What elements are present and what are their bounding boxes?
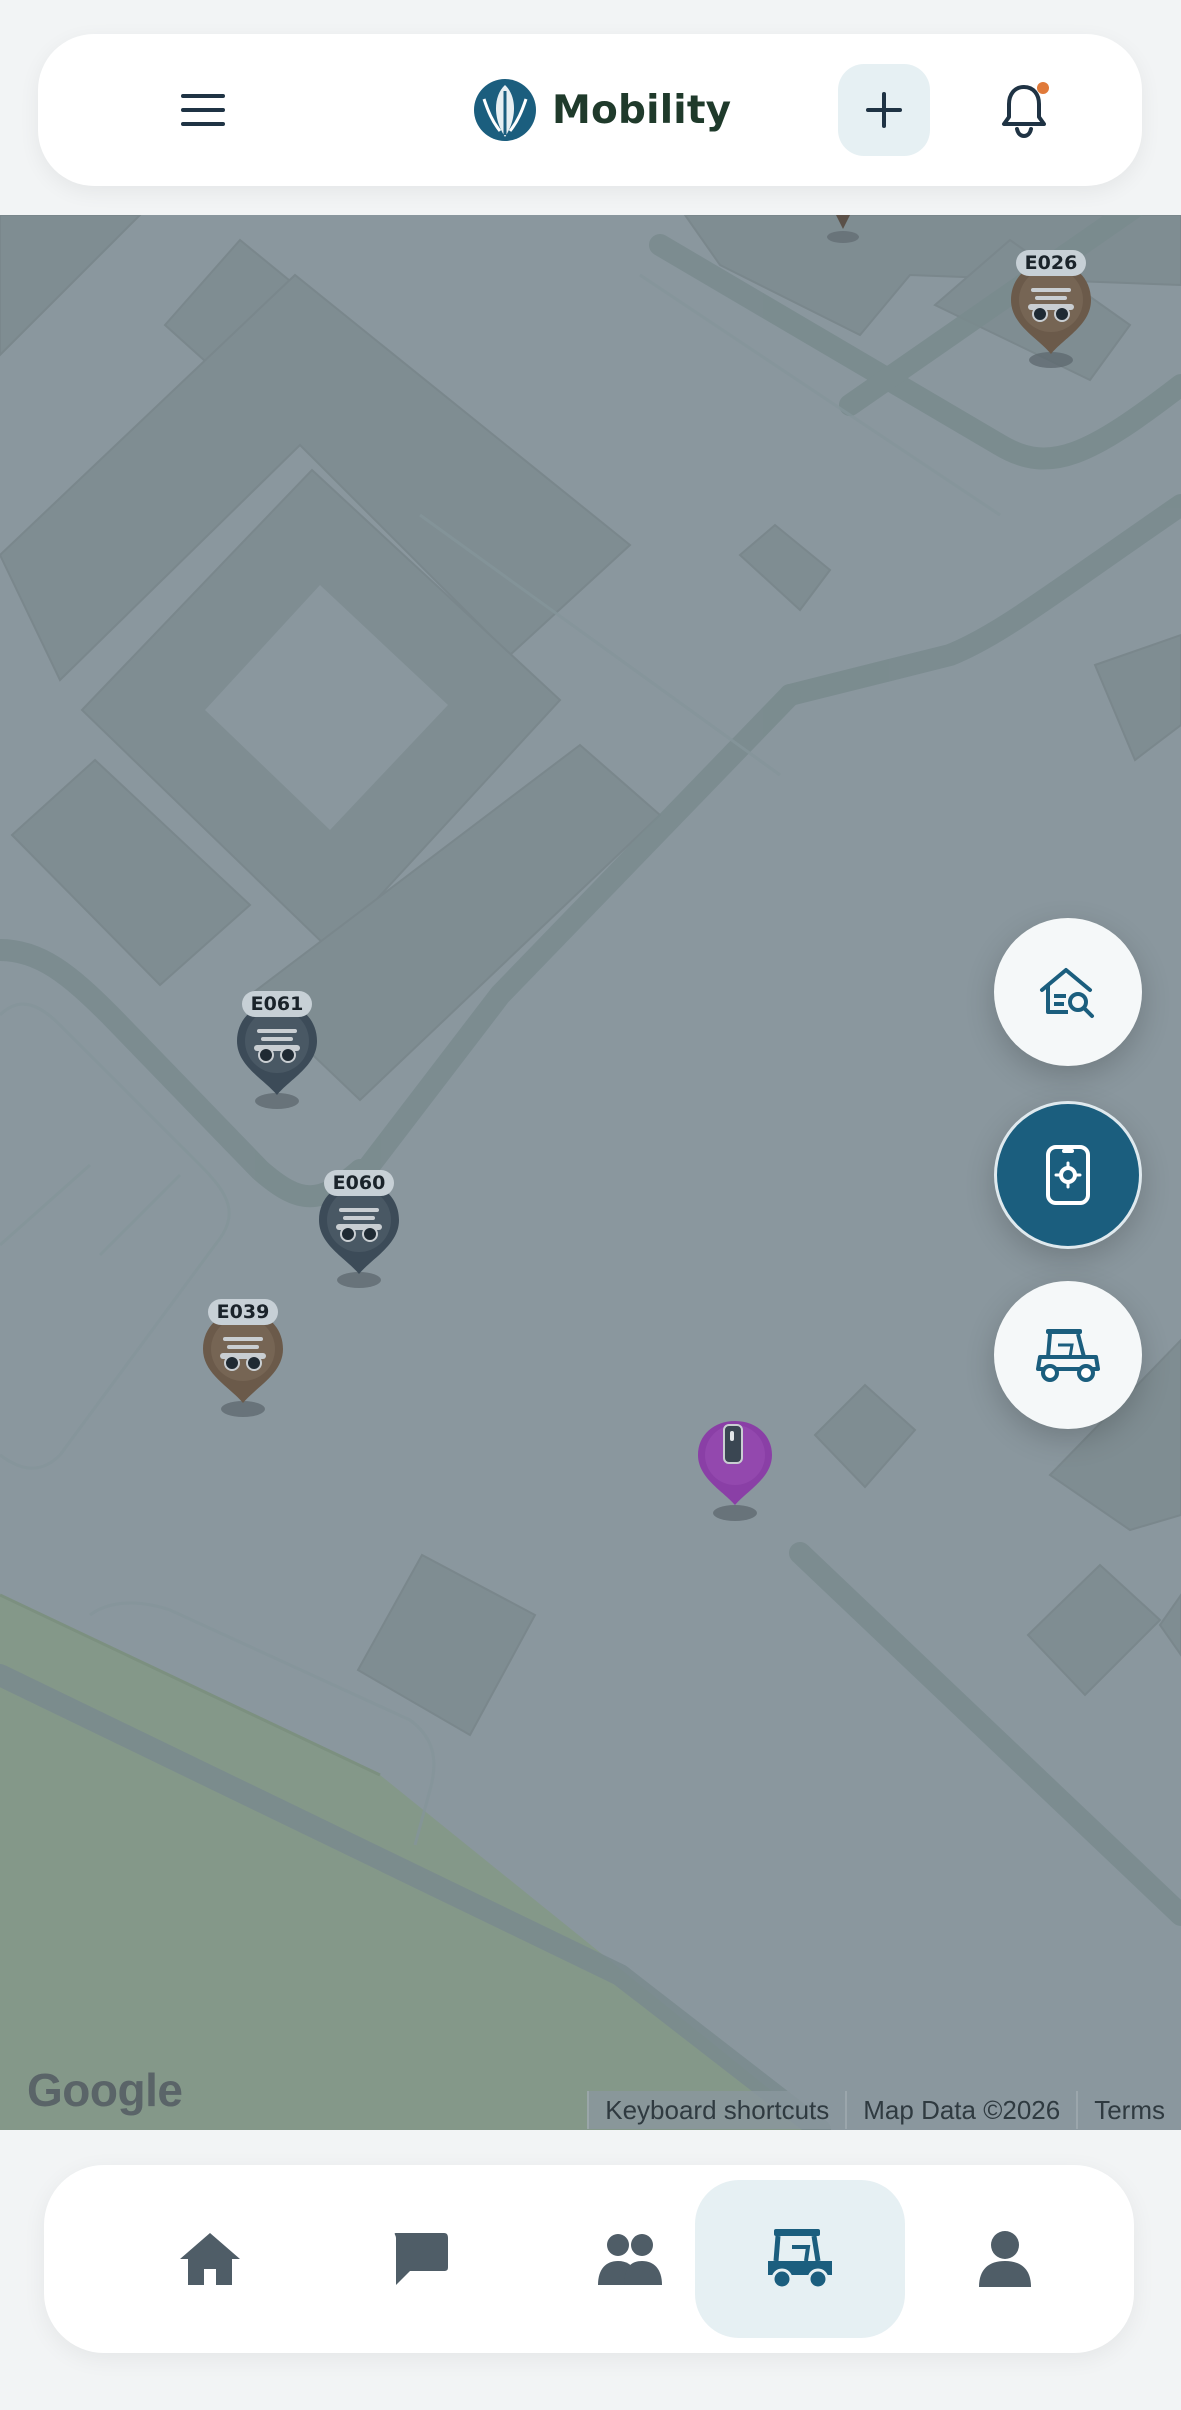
vehicle-marker-partial[interactable]: [815, 215, 871, 251]
menu-button[interactable]: [158, 78, 248, 142]
locate-device-fab[interactable]: [994, 1101, 1142, 1249]
nav-item-chat[interactable]: [315, 2180, 525, 2338]
vehicle-marker-e026[interactable]: E026: [1006, 250, 1096, 370]
map-attribution: Keyboard shortcuts Map Data ©2026 Terms: [587, 2091, 1181, 2129]
marker-label: E039: [208, 1299, 278, 1325]
golf-cart-fab[interactable]: [994, 1281, 1142, 1429]
home-search-fab[interactable]: [994, 918, 1142, 1066]
add-button[interactable]: [838, 64, 930, 156]
marker-label: E061: [242, 991, 312, 1017]
google-logo: Google: [27, 2064, 183, 2116]
nav-item-home[interactable]: [105, 2180, 315, 2338]
notification-dot: [1037, 82, 1049, 94]
keyboard-shortcuts-link[interactable]: Keyboard shortcuts: [587, 2091, 845, 2129]
chat-icon: [394, 2233, 448, 2285]
nav-item-cart[interactable]: [695, 2180, 905, 2338]
brand-name: Mobility: [552, 87, 732, 133]
people-icon: [598, 2234, 662, 2285]
nav-item-profile[interactable]: [900, 2180, 1110, 2338]
bottom-nav: [44, 2165, 1134, 2353]
golf-cart-icon: [1036, 1329, 1100, 1382]
phone-icon: [723, 1424, 743, 1464]
map-data-label: Map Data ©2026: [845, 2091, 1076, 2129]
golf-cart-icon: [768, 2229, 832, 2290]
header-card: Mobility: [38, 34, 1142, 186]
notifications-button[interactable]: [978, 64, 1070, 156]
bell-icon: [1002, 82, 1049, 139]
vehicle-marker-e039[interactable]: E039: [198, 1299, 288, 1419]
user-icon: [979, 2231, 1031, 2287]
device-locate-icon: [1046, 1145, 1090, 1205]
user-location-marker[interactable]: [690, 1405, 780, 1525]
top-bar: Mobility: [0, 0, 1181, 215]
leaf-logo-icon: [474, 79, 536, 141]
brand: Mobility: [472, 72, 731, 148]
vehicle-marker-e060[interactable]: E060: [314, 1170, 404, 1290]
plus-icon: [866, 92, 902, 128]
home-search-icon: [1040, 968, 1094, 1018]
bottom-bar: [0, 2130, 1181, 2410]
home-icon: [180, 2233, 240, 2285]
marker-label: E026: [1016, 250, 1086, 276]
menu-icon: [181, 94, 225, 126]
marker-label: E060: [324, 1170, 394, 1196]
vehicle-marker-e061[interactable]: E061: [232, 991, 322, 1111]
terms-link[interactable]: Terms: [1076, 2091, 1181, 2129]
